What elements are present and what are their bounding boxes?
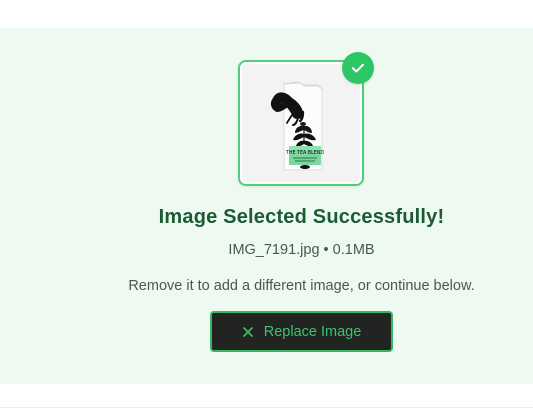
page: THE TEA BLEND Image Selected Successfull… — [0, 0, 533, 415]
product-photo: THE TEA BLEND — [242, 64, 360, 182]
top-area — [0, 0, 533, 28]
image-thumbnail-card: THE TEA BLEND — [238, 60, 364, 186]
replace-image-label: Replace Image — [263, 323, 362, 340]
check-icon — [342, 52, 374, 84]
file-info-separator: • — [323, 242, 329, 258]
file-size: 0.1MB — [332, 242, 375, 258]
file-name: IMG_7191.jpg — [228, 242, 320, 258]
success-title: Image Selected Successfully! — [158, 206, 445, 228]
image-preview: THE TEA BLEND — [242, 64, 360, 182]
close-icon — [242, 326, 254, 338]
bottom-divider — [0, 407, 533, 408]
file-info: IMG_7191.jpg • 0.1MB — [0, 242, 533, 258]
product-label-text: THE TEA BLEND — [285, 150, 324, 156]
replace-image-button[interactable]: Replace Image — [210, 311, 393, 352]
replacement-help-text: Remove it to add a different image, or c… — [128, 278, 475, 294]
